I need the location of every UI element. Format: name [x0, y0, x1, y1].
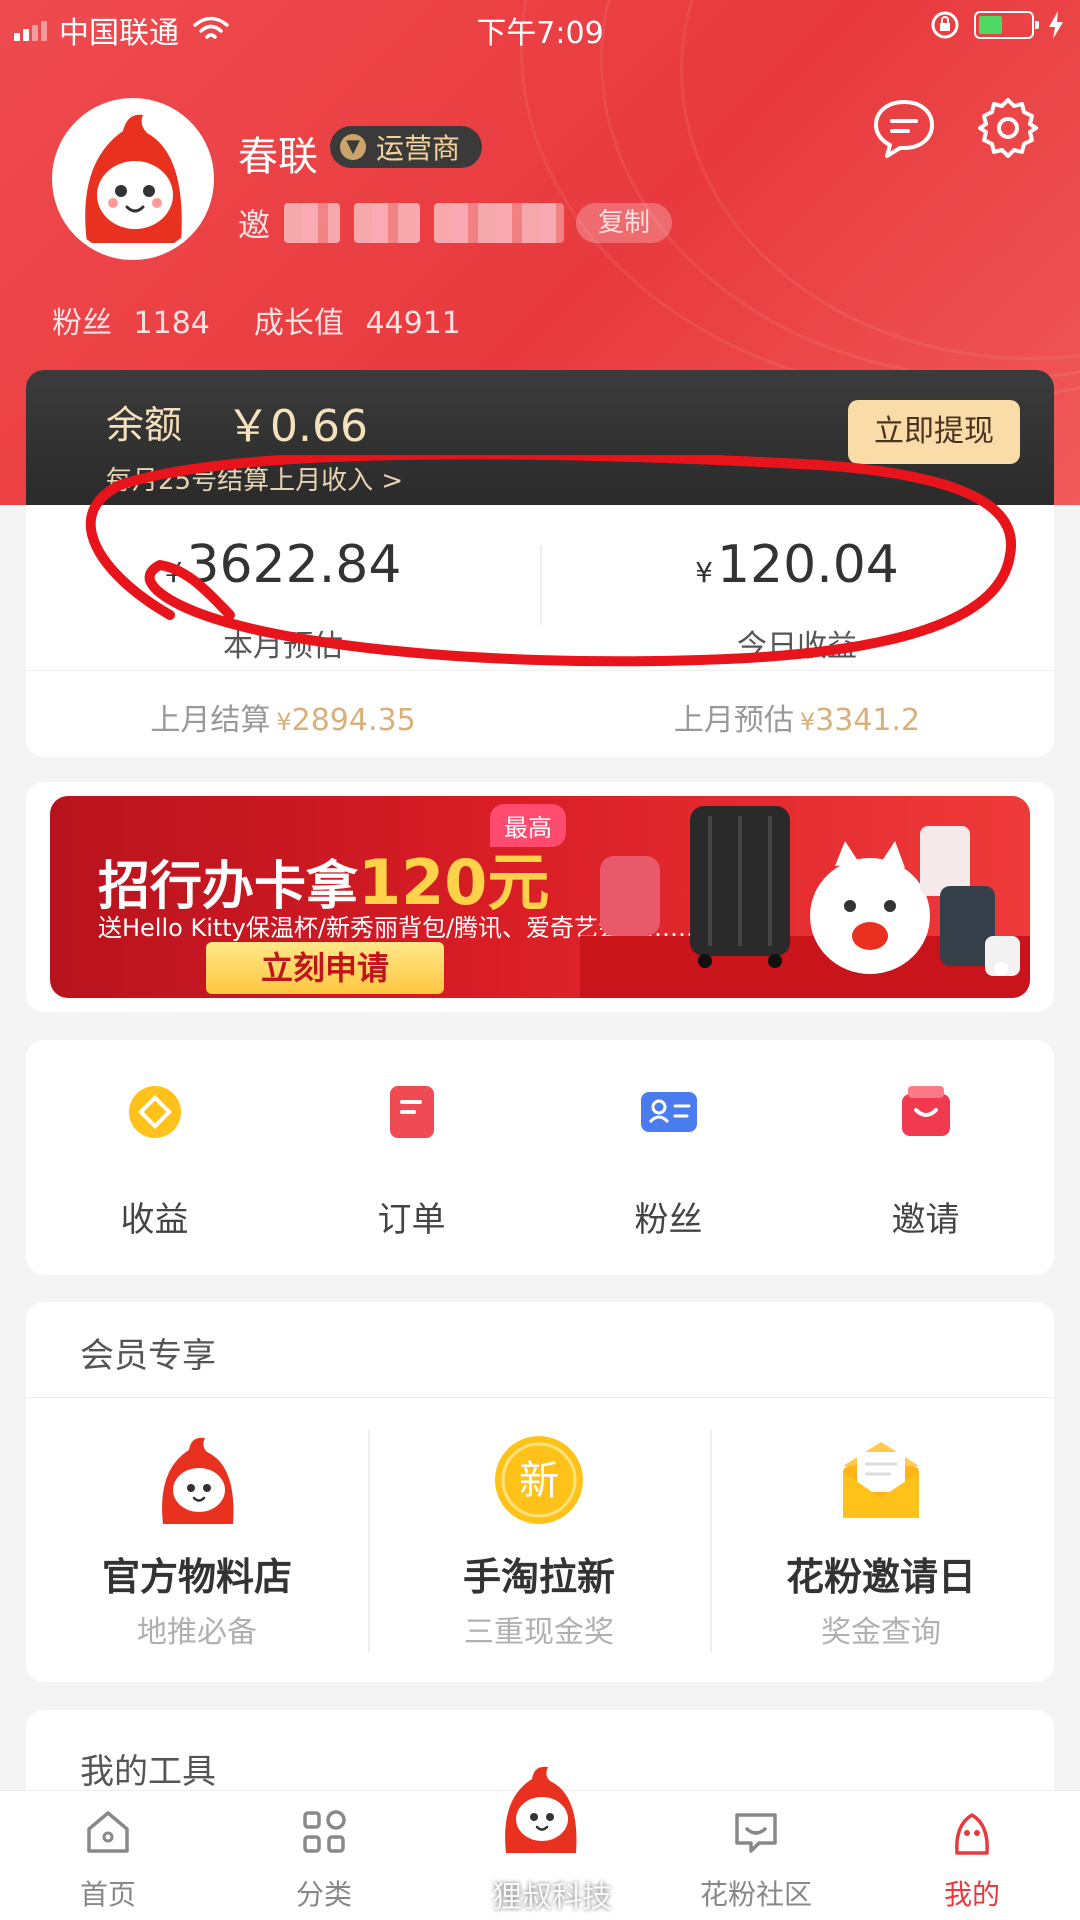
new-badge-icon: 新 — [495, 1436, 583, 1524]
svg-text:新: 新 — [519, 1458, 559, 1504]
today-earnings-label: 今日收益 — [737, 629, 857, 664]
currency-symbol: ¥ — [164, 556, 183, 589]
invite-prefix: 邀 — [238, 206, 271, 244]
user-name: 春联 — [238, 134, 318, 180]
invite-icon — [901, 1086, 950, 1136]
copy-invite-button[interactable]: 复制 — [576, 203, 673, 243]
profile-stats: 粉丝 1184 成长值 44911 — [52, 298, 461, 342]
home-icon — [87, 1811, 129, 1853]
tab-profile[interactable]: 我的 — [864, 1805, 1080, 1913]
category-icon — [303, 1810, 346, 1853]
message-icon[interactable] — [872, 96, 936, 160]
charging-icon — [1049, 11, 1063, 39]
fans-label: 粉丝 — [52, 306, 112, 341]
mascot-icon — [162, 1437, 234, 1524]
member-item-invite-day[interactable]: 花粉邀请日 奖金查询 — [710, 1432, 1052, 1651]
earnings-separator — [26, 670, 1054, 671]
tab-home[interactable]: 首页 — [0, 1805, 216, 1913]
vip-badge-icon: ▼ — [340, 134, 366, 160]
role-badge: ▼ 运营商 — [330, 126, 483, 168]
earnings-card: ¥3622.84 本月预估 ¥120.04 今日收益 上月结算 ¥2894.35 … — [26, 505, 1054, 757]
rotation-lock-icon — [931, 11, 959, 39]
month-estimate-label: 本月预估 — [223, 629, 343, 664]
last-month-settled-value: 2894.35 — [291, 703, 416, 738]
month-estimate-value: 3622.84 — [186, 535, 402, 595]
promo-banner-image: 招行办卡拿120元 最高 送Hello Kitty保温杯/新秀丽背包/腾讯、爱奇… — [50, 796, 1030, 998]
today-earnings-value: 120.04 — [716, 535, 899, 595]
mascot-center-icon — [505, 1766, 577, 1853]
member-exclusive-card: 会员专享 官方物料店 地推必备 新 手淘拉新 三重现金奖 花粉邀请日 奖金查询 — [26, 1302, 1054, 1682]
fans-icon — [640, 1092, 697, 1132]
last-month-estimate[interactable]: 上月预估 ¥3341.2 — [540, 695, 1054, 739]
promo-banner[interactable]: 招行办卡拿120元 最高 送Hello Kitty保温杯/新秀丽背包/腾讯、爱奇… — [26, 782, 1054, 1012]
member-item-taobao-new[interactable]: 新 手淘拉新 三重现金奖 — [368, 1432, 710, 1651]
watermark: 狸叔科技 — [458, 1872, 612, 1916]
status-time: 下午7:09 — [476, 16, 604, 51]
status-bar: 中国联通 下午7:09 — [0, 0, 1080, 54]
quick-action-invite[interactable]: 邀请 — [797, 1080, 1054, 1241]
last-month-estimate-value: 3341.2 — [815, 703, 921, 738]
invite-code-blurred — [434, 203, 565, 243]
balance-card: 余额 ￥0.66 每月25号结算上月收入 > 立即提现 — [26, 370, 1054, 510]
community-icon — [735, 1813, 777, 1853]
battery-icon — [974, 11, 1039, 39]
invite-code-row: 邀 复制 — [238, 200, 673, 246]
role-label: 运营商 — [376, 132, 461, 165]
apply-now-button[interactable]: 立刻申请 — [206, 942, 444, 994]
last-month-settled[interactable]: 上月结算 ¥2894.35 — [26, 695, 540, 739]
quick-action-fans[interactable]: 粉丝 — [540, 1080, 797, 1241]
tab-community[interactable]: 花粉社区 — [648, 1805, 864, 1913]
quick-actions-card: 收益 订单 粉丝 邀请 — [26, 1040, 1054, 1275]
balance-label: 余额 — [106, 403, 183, 447]
weibo-logo-icon — [458, 1887, 486, 1907]
today-earnings[interactable]: ¥120.04 今日收益 — [540, 535, 1054, 665]
last-month-settled-label: 上月结算 — [150, 703, 271, 738]
banner-products-illustration — [580, 806, 1030, 998]
member-item-material-store[interactable]: 官方物料店 地推必备 — [26, 1432, 368, 1651]
fans-stat[interactable]: 粉丝 1184 — [52, 298, 210, 342]
my-tools-title: 我的工具 — [80, 1752, 216, 1792]
orders-icon — [389, 1086, 434, 1138]
carousel-indicator — [994, 962, 1008, 976]
last-month-estimate-label: 上月预估 — [673, 703, 794, 738]
member-section-title: 会员专享 — [80, 1336, 216, 1376]
invite-code-blurred — [354, 203, 421, 243]
currency-symbol: ¥ — [276, 708, 292, 736]
currency-symbol: ¥ — [695, 556, 713, 589]
settlement-note[interactable]: 每月25号结算上月收入 > — [106, 460, 403, 497]
growth-value: 44911 — [365, 306, 461, 341]
mascot-avatar-icon — [57, 103, 209, 255]
quick-action-earnings[interactable]: 收益 — [26, 1080, 283, 1241]
profile-icon — [955, 1813, 989, 1855]
invite-code-blurred — [284, 203, 341, 243]
user-avatar[interactable] — [52, 98, 214, 260]
envelope-icon — [843, 1442, 919, 1518]
growth-stat[interactable]: 成长值 44911 — [254, 298, 461, 342]
earnings-icon — [128, 1086, 181, 1138]
member-divider — [26, 1397, 1054, 1398]
currency-symbol: ¥ — [799, 708, 816, 736]
withdraw-button[interactable]: 立即提现 — [848, 400, 1020, 464]
fans-value: 1184 — [133, 306, 210, 341]
tab-category[interactable]: 分类 — [216, 1805, 432, 1913]
growth-label: 成长值 — [253, 306, 344, 341]
balance-amount: ￥0.66 — [226, 401, 368, 452]
settings-gear-icon[interactable] — [976, 96, 1040, 160]
quick-action-orders[interactable]: 订单 — [283, 1080, 540, 1241]
tab-center-mascot[interactable] — [432, 1766, 648, 1871]
banner-tag: 最高 — [490, 804, 566, 847]
month-estimate[interactable]: ¥3622.84 本月预估 — [26, 535, 540, 665]
